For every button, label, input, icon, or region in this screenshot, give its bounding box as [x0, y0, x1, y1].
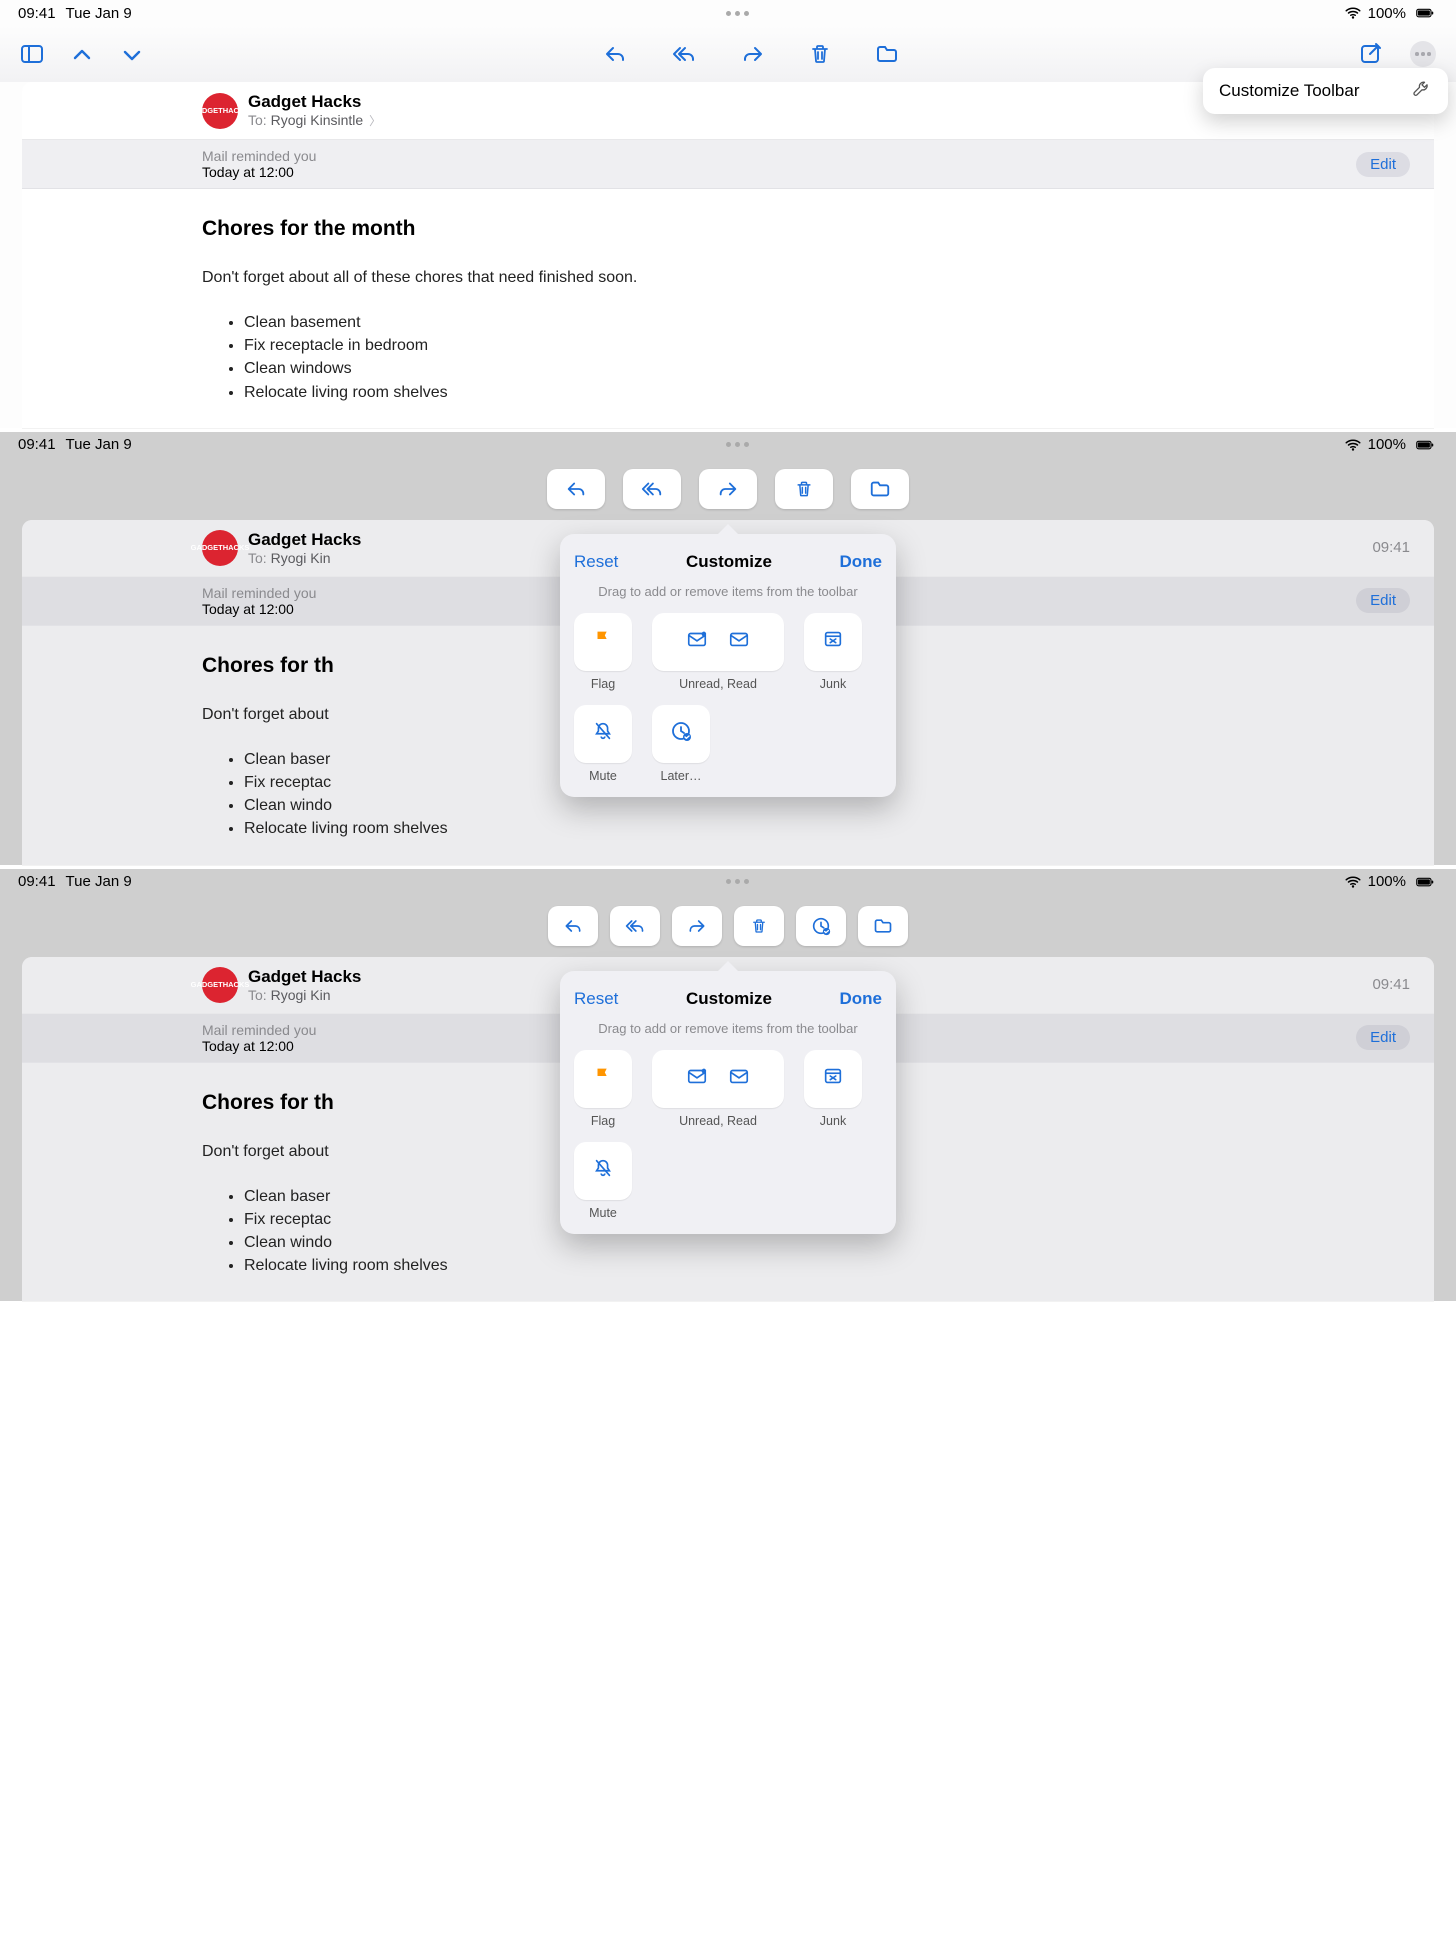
toolbar-item-flag[interactable]: Flag [574, 1050, 632, 1128]
battery-icon [1412, 436, 1438, 454]
status-bar: 09:41Tue Jan 9 100% [0, 869, 1456, 895]
toolbar-item-flag[interactable]: Flag [574, 613, 632, 691]
reply-all-button[interactable] [610, 906, 660, 946]
more-button[interactable] [1410, 41, 1436, 67]
forward-icon[interactable] [740, 42, 766, 66]
status-date: Tue Jan 9 [66, 5, 132, 22]
compose-icon[interactable] [1358, 42, 1382, 66]
status-time: 09:41 [18, 5, 56, 22]
popover-subtitle: Drag to add or remove items from the too… [574, 584, 882, 599]
status-battery-pct: 100% [1368, 5, 1406, 22]
screen-3: 09:41Tue Jan 9 100% GADGETHACKS Gadget H… [0, 869, 1456, 1302]
junk-icon [821, 1065, 845, 1092]
wifi-icon [1344, 436, 1362, 454]
reply-all-icon[interactable] [670, 42, 698, 66]
mute-icon [592, 1157, 614, 1184]
reminder-edit-button[interactable]: Edit [1356, 1025, 1410, 1050]
multitask-dots-icon[interactable] [726, 442, 749, 447]
reply-button[interactable] [548, 906, 598, 946]
read-icon [727, 628, 751, 655]
trash-icon[interactable] [808, 42, 832, 66]
read-icon [727, 1065, 751, 1092]
list-item: Clean windows [244, 357, 1434, 380]
reminder-edit-button[interactable]: Edit [1356, 588, 1410, 613]
customize-popover: Reset Customize Done Drag to add or remo… [560, 971, 896, 1234]
wifi-icon [1344, 4, 1362, 22]
message-card: GADGETHACKS Gadget Hacks To: Ryogi Kinsi… [22, 82, 1434, 428]
forward-button[interactable] [699, 469, 757, 509]
recipient-line[interactable]: To: Ryogi Kinsintle 〉 [248, 112, 1434, 129]
multitask-dots-icon[interactable] [726, 879, 749, 884]
avatar: GADGETHACKS [202, 967, 238, 1003]
reset-button[interactable]: Reset [574, 989, 618, 1009]
customize-toolbar-menu-item[interactable]: Customize Toolbar [1203, 68, 1448, 114]
toolbar-item-mute[interactable]: Mute [574, 705, 632, 783]
toolbar-item-later[interactable]: Later… [652, 705, 710, 783]
toolbar-item-junk[interactable]: Junk [804, 1050, 862, 1128]
list-item: Clean basement [244, 311, 1434, 334]
move-icon[interactable] [874, 42, 900, 66]
message-timestamp: 09:41 [1372, 976, 1434, 993]
reply-icon[interactable] [602, 42, 628, 66]
message-intro: Don't forget about all of these chores t… [202, 269, 1434, 287]
popover-subtitle: Drag to add or remove items from the too… [574, 1021, 882, 1036]
toolbar-item-unread-read[interactable]: Unread, Read [652, 613, 784, 691]
status-bar: 09:41 Tue Jan 9 100% [0, 0, 1456, 26]
battery-icon [1412, 873, 1438, 891]
list-item: Fix receptacle in bedroom [244, 334, 1434, 357]
toolbar-customizing [0, 458, 1456, 520]
avatar: GADGETHACKS [202, 93, 238, 129]
reminder-edit-button[interactable]: Edit [1356, 152, 1410, 177]
toolbar-item-unread-read[interactable]: Unread, Read [652, 1050, 784, 1128]
unread-icon [685, 628, 709, 655]
junk-icon [821, 628, 845, 655]
trash-button[interactable] [775, 469, 833, 509]
move-button[interactable] [858, 906, 908, 946]
chore-list: Clean basement Fix receptacle in bedroom… [202, 311, 1434, 404]
reset-button[interactable]: Reset [574, 552, 618, 572]
toolbar-customizing [0, 895, 1456, 957]
customize-toolbar-label: Customize Toolbar [1219, 81, 1359, 101]
previous-message-icon[interactable] [70, 43, 94, 65]
toolbar-item-junk[interactable]: Junk [804, 613, 862, 691]
status-bar: 09:41Tue Jan 9 100% [0, 432, 1456, 458]
sidebar-toggle-icon[interactable] [20, 43, 44, 65]
later-icon [669, 719, 693, 748]
multitask-dots-icon[interactable] [726, 11, 749, 16]
forward-button[interactable] [672, 906, 722, 946]
customize-popover: Reset Customize Done Drag to add or remo… [560, 534, 896, 797]
screen-2: 09:41Tue Jan 9 100% GADGETHACKS Gadget H… [0, 432, 1456, 865]
trash-button[interactable] [734, 906, 784, 946]
screen-1: 09:41 Tue Jan 9 100% Customize Toolb [0, 0, 1456, 428]
done-button[interactable]: Done [839, 552, 882, 572]
popover-title: Customize [686, 989, 772, 1009]
reminder-banner: Mail reminded you Today at 12:00 Edit [22, 140, 1434, 189]
list-item: Relocate living room shelves [244, 381, 1434, 404]
wrench-icon [1412, 79, 1432, 104]
reply-all-button[interactable] [623, 469, 681, 509]
toolbar-item-mute[interactable]: Mute [574, 1142, 632, 1220]
chevron-right-icon: 〉 [369, 114, 381, 128]
mute-icon [592, 720, 614, 747]
wifi-icon [1344, 873, 1362, 891]
later-button[interactable] [796, 906, 846, 946]
flag-icon [592, 1065, 614, 1092]
move-button[interactable] [851, 469, 909, 509]
popover-title: Customize [686, 552, 772, 572]
next-message-icon[interactable] [120, 43, 144, 65]
message-timestamp: 09:41 [1372, 539, 1434, 556]
flag-icon [592, 628, 614, 655]
message-body: Chores for the month Don't forget about … [22, 189, 1434, 428]
battery-icon [1412, 4, 1438, 22]
avatar: GADGETHACKS [202, 530, 238, 566]
done-button[interactable]: Done [839, 989, 882, 1009]
reply-button[interactable] [547, 469, 605, 509]
message-subject: Chores for the month [202, 217, 1434, 241]
unread-icon [685, 1065, 709, 1092]
